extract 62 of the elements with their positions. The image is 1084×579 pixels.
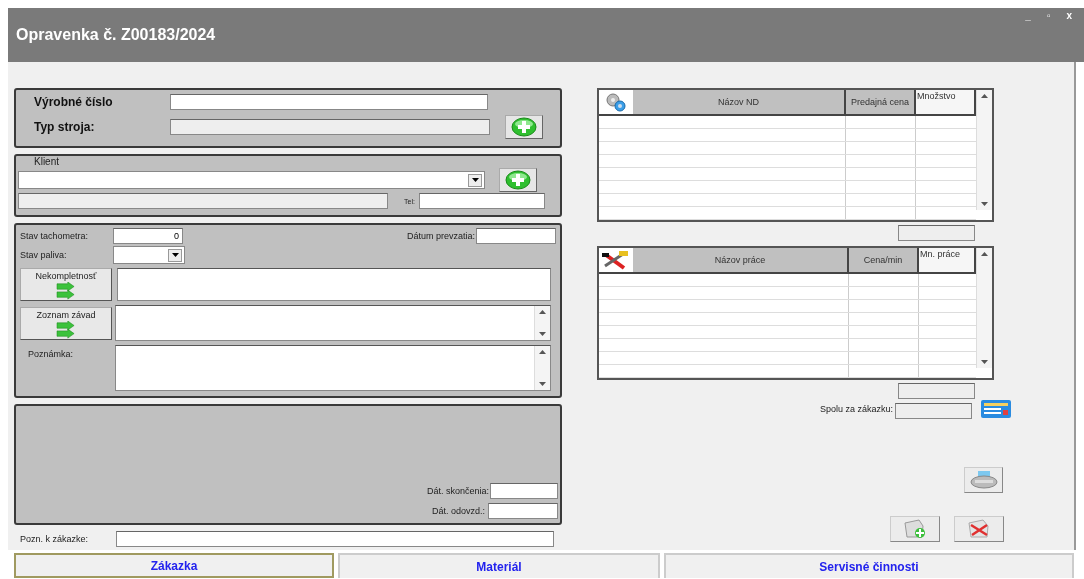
note-field[interactable]	[115, 345, 551, 391]
tab[interactable]: Servisné činnosti	[664, 553, 1074, 578]
scroll-down-icon[interactable]	[539, 332, 546, 336]
scroll-up-icon[interactable]	[981, 252, 988, 256]
scrollbar[interactable]	[976, 248, 992, 368]
field-label: Dátum prevzatia:	[406, 231, 475, 241]
field-label: Spolu za zákazku:	[819, 404, 893, 414]
scroll-down-icon[interactable]	[981, 360, 988, 364]
faults-field[interactable]	[115, 305, 551, 341]
scroll-down-icon[interactable]	[981, 202, 988, 206]
client-address-field[interactable]	[18, 193, 388, 209]
add-button[interactable]	[505, 115, 543, 139]
field-label: Dát. skončenia:	[426, 486, 489, 496]
gears-icon	[604, 92, 628, 112]
save-button[interactable]	[890, 516, 940, 542]
scroll-down-icon[interactable]	[539, 382, 546, 386]
field-label: Pozn. k zákazke:	[20, 534, 90, 544]
field-label: Poznámka:	[27, 348, 75, 359]
field-label: Typ stroja:	[33, 120, 96, 134]
window-title: Opravenka č. Z00183/2024	[16, 26, 216, 44]
order-note-field[interactable]	[116, 531, 554, 547]
scrollbar[interactable]	[534, 346, 550, 390]
column-header[interactable]: Množstvo	[916, 90, 976, 114]
field-label: Stav tachometra:	[20, 231, 90, 241]
window-control[interactable]: ▫	[1046, 10, 1051, 21]
incompleteness-field[interactable]	[117, 268, 551, 301]
column-header[interactable]: Názov ND	[633, 97, 844, 107]
machine-type-field[interactable]	[170, 119, 490, 135]
incompleteness-button[interactable]: Nekompletnosť	[20, 268, 112, 301]
handover-date-field[interactable]	[488, 503, 558, 519]
faults-button[interactable]: Zoznam závad	[20, 306, 112, 340]
parts-total-field[interactable]	[898, 225, 975, 241]
order-total-field[interactable]	[895, 402, 972, 419]
phone-field[interactable]	[418, 193, 545, 209]
tab[interactable]: Zákazka	[14, 553, 334, 578]
scrollbar[interactable]	[534, 306, 550, 340]
labor-total-field[interactable]	[898, 383, 975, 399]
tools-icon	[601, 250, 631, 270]
odometer-field[interactable]: 0	[113, 228, 183, 244]
scrollbar[interactable]	[976, 90, 992, 210]
finished-date-field[interactable]	[490, 483, 558, 499]
field-label: Stav paliva:	[20, 250, 68, 260]
add-icon	[511, 117, 537, 137]
intake-date-field[interactable]	[476, 228, 556, 244]
field-label: Výrobné číslo	[33, 95, 114, 109]
printer-icon	[968, 470, 999, 490]
scroll-up-icon[interactable]	[539, 350, 546, 354]
scroll-up-icon[interactable]	[981, 94, 988, 98]
cancel-button[interactable]	[954, 516, 1004, 542]
serial-number-field[interactable]	[170, 94, 488, 110]
window-control[interactable]: x	[1066, 10, 1072, 21]
field-label: Dát. odovzd.:	[431, 506, 485, 516]
column-header[interactable]: Mn. práce	[919, 248, 976, 272]
form-icon[interactable]	[980, 399, 1012, 419]
tab[interactable]: Materiál	[338, 553, 660, 578]
column-header[interactable]: Názov práce	[633, 255, 847, 265]
add-icon	[505, 170, 531, 190]
scroll-up-icon[interactable]	[539, 310, 546, 314]
group-label: Klient	[33, 156, 60, 167]
window-control[interactable]: _	[1025, 10, 1031, 21]
print-button[interactable]	[964, 467, 1003, 493]
add-button[interactable]	[499, 168, 537, 192]
